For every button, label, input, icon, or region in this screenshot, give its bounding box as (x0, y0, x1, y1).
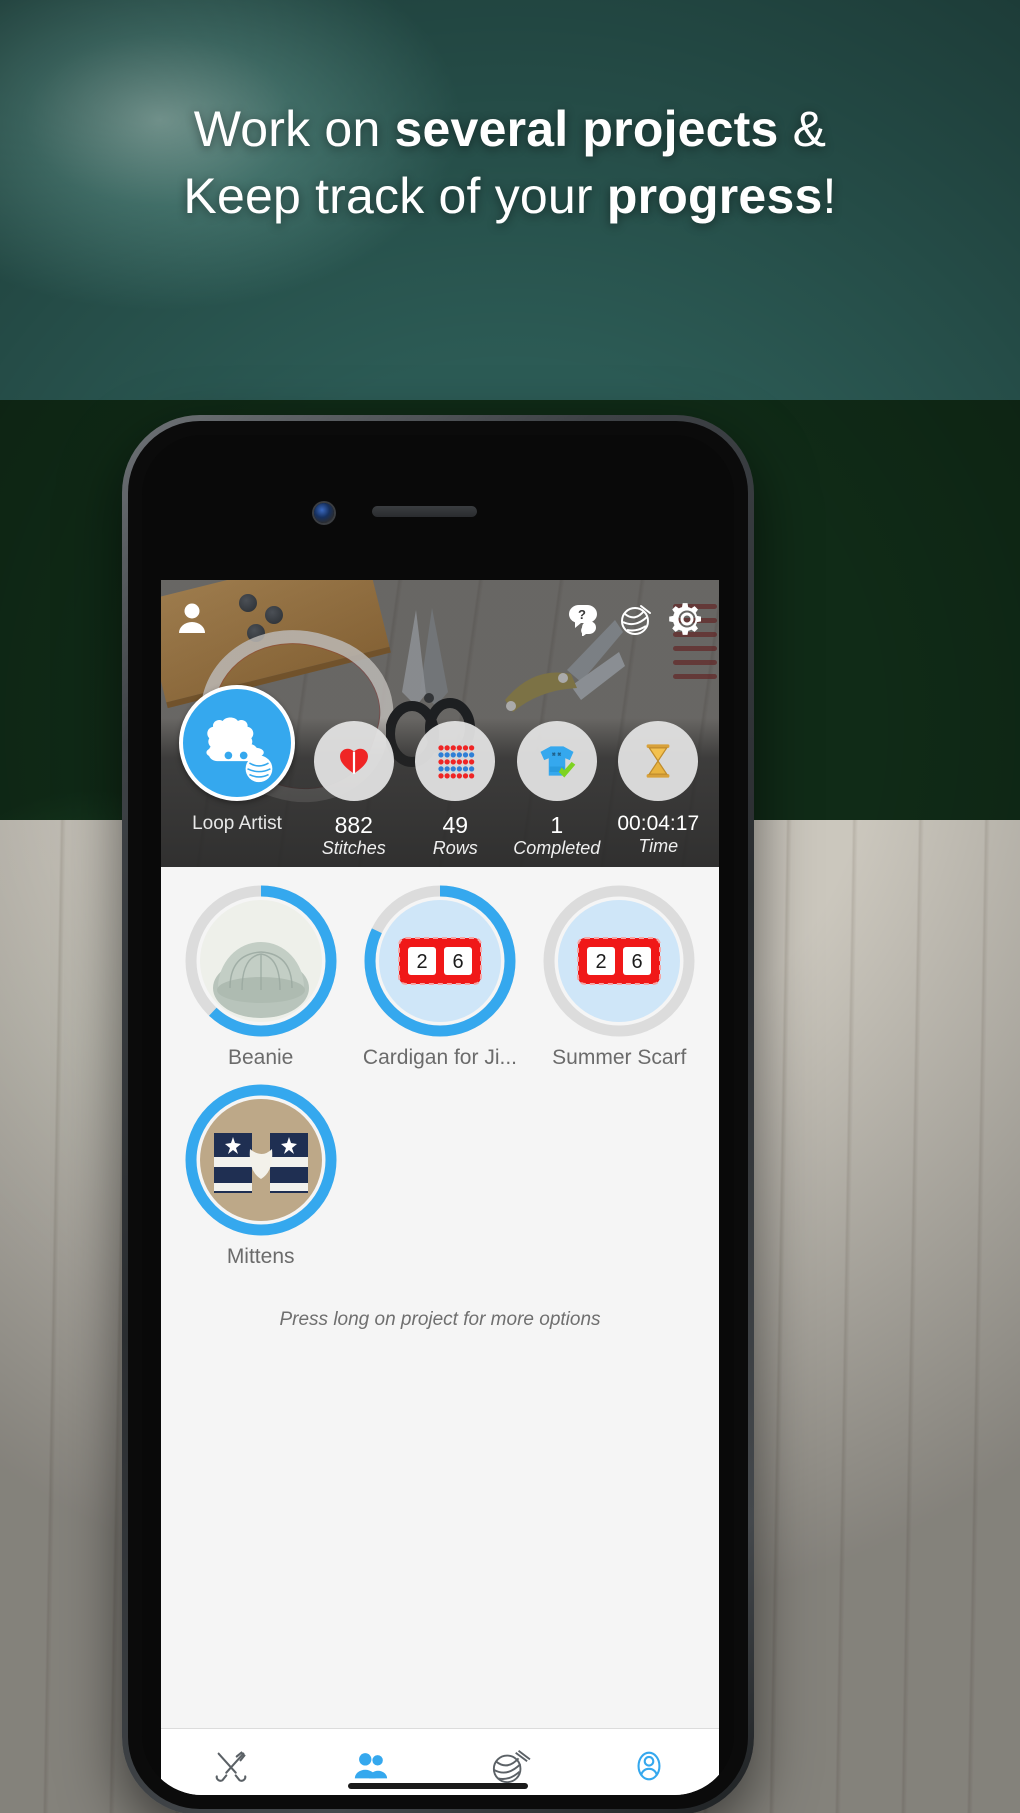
yarn-ball-icon[interactable] (619, 602, 653, 636)
project-card[interactable]: 2 6 Cardigan for Ji... (350, 883, 529, 1070)
tab-projects[interactable] (301, 1747, 441, 1785)
help-icon[interactable]: ? (567, 602, 601, 637)
stat-caption-time: Time (638, 835, 679, 856)
earpiece-speaker (372, 506, 477, 517)
gear-icon[interactable] (669, 601, 705, 637)
promo-headline: Work on several projects & Keep track of… (0, 96, 1020, 230)
project-name: Summer Scarf (552, 1046, 687, 1069)
stat-cell-time[interactable] (608, 721, 710, 801)
stat-value-rows: 49 (442, 811, 469, 838)
app-header: ? Loop Artist 882 Stitches 49 Rows 1 Com… (161, 580, 719, 867)
stat-value-stitches: 882 (334, 811, 373, 838)
stat-caption-rows: Rows (432, 838, 478, 858)
stat-label-stitches: 882 Stitches (303, 813, 405, 859)
app-screen: ? Loop Artist 882 Stitches 49 Rows 1 Com… (161, 580, 719, 1795)
home-indicator (348, 1783, 528, 1789)
completed-icon (516, 721, 597, 801)
stat-label-completed: 1 Completed (506, 813, 608, 859)
phone-screen: ? Loop Artist 882 Stitches 49 Rows 1 Com… (142, 435, 734, 1795)
stat-cell-rows[interactable] (405, 721, 507, 801)
project-name: Cardigan for Ji... (362, 1046, 517, 1069)
promo-line1-bold: several projects (394, 101, 779, 157)
avatar[interactable] (179, 685, 295, 801)
sheep-icon (206, 717, 273, 783)
phone-mockup: ? Loop Artist 882 Stitches 49 Rows 1 Com… (122, 415, 754, 1813)
svg-text:6: 6 (632, 951, 643, 973)
project-progress-ring: 2 6 (362, 883, 518, 1039)
project-progress-ring: 2 6 (541, 883, 697, 1039)
profile-icon[interactable] (175, 600, 209, 634)
project-card[interactable]: 2 6 Summer Scarf (530, 883, 709, 1070)
stat-label-time: 00:04:17 Time (608, 811, 710, 859)
promo-line2-bold: progress (606, 168, 823, 224)
project-thumbnail (199, 1099, 322, 1221)
hourglass-icon (618, 721, 699, 801)
user-name: Loop Artist (192, 812, 282, 834)
projects-hint: Press long on project for more options (279, 1309, 601, 1330)
front-camera-icon (314, 503, 334, 523)
project-progress-ring (183, 883, 339, 1039)
avatar-wrapper[interactable] (171, 685, 303, 801)
promo-line1-suffix: & (778, 101, 827, 157)
header-stats-row (161, 685, 719, 801)
svg-text:?: ? (578, 607, 586, 622)
project-card[interactable]: Mittens (171, 1082, 350, 1269)
rows-icon (415, 721, 496, 801)
stat-caption-stitches: Stitches (321, 838, 386, 858)
svg-text:2: 2 (416, 951, 427, 973)
yarn-ball-icon (492, 1749, 531, 1783)
stat-value-completed: 1 (550, 811, 564, 838)
promo-line-2: Keep track of your progress! (0, 163, 1020, 230)
promo-line2-prefix: Keep track of your (183, 168, 607, 224)
project-card[interactable]: Beanie (171, 883, 350, 1070)
promo-line-1: Work on several projects & (0, 96, 1020, 163)
stat-caption-completed: Completed (513, 838, 601, 858)
project-name: Beanie (227, 1046, 294, 1069)
project-name: Mittens (226, 1245, 295, 1268)
tools-icon (215, 1750, 247, 1782)
header-stat-labels: Loop Artist 882 Stitches 49 Rows 1 Compl… (161, 811, 719, 859)
projects-grid: Beanie 2 6 Cardigan for Ji... 2 6 Summer… (161, 867, 719, 1728)
people-icon (355, 1752, 388, 1778)
promo-line1-prefix: Work on (193, 101, 395, 157)
phone-bezel: ? Loop Artist 882 Stitches 49 Rows 1 Com… (128, 421, 748, 1809)
person-outline-icon (637, 1751, 661, 1780)
svg-text:2: 2 (596, 951, 607, 973)
stat-value-time: 00:04:17 (617, 811, 700, 835)
stat-cell-stitches[interactable] (303, 721, 405, 801)
stitches-icon (313, 721, 394, 801)
svg-text:6: 6 (452, 951, 463, 973)
row-counter-icon: 2 6 (397, 937, 482, 985)
tab-yarn[interactable] (440, 1747, 580, 1785)
project-thumbnail (199, 900, 322, 1022)
project-progress-ring (183, 1082, 339, 1238)
project-thumbnail: 2 6 (378, 900, 501, 1022)
tab-account[interactable] (580, 1747, 720, 1785)
stat-cell-completed[interactable] (506, 721, 608, 801)
stat-label-rows: 49 Rows (405, 813, 507, 859)
promo-line2-suffix: ! (822, 168, 837, 224)
row-counter-icon: 2 6 (577, 937, 662, 985)
tab-tools[interactable] (161, 1747, 301, 1785)
project-thumbnail: 2 6 (558, 900, 681, 1022)
